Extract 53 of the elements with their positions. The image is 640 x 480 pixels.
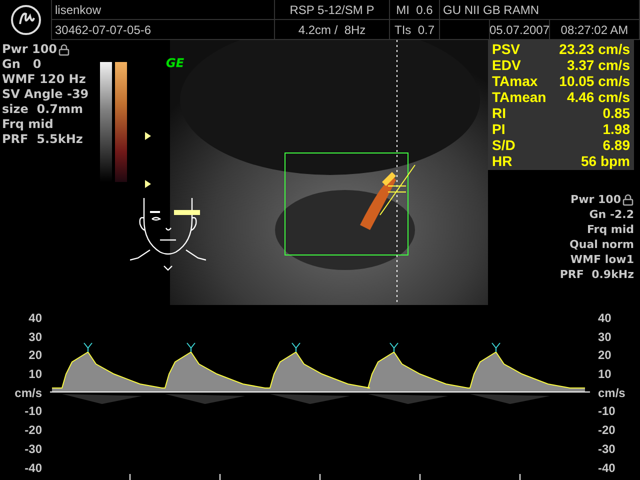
- axis-label: 30: [28, 328, 42, 346]
- axis-label: -40: [24, 460, 42, 476]
- measurement-value: 0.85: [602, 105, 630, 121]
- axis-label: 10: [598, 366, 612, 384]
- patient-name: lisenkow: [52, 0, 275, 20]
- measurement-value: 56 bpm: [580, 153, 630, 169]
- parameter-text: Gn -2.2: [589, 207, 634, 222]
- parameter-text: PRF 0.9kHz: [560, 267, 634, 282]
- measurement-value: 10.05 cm/s: [559, 73, 630, 89]
- axis-label: 40: [28, 310, 42, 327]
- measurement-label: PSV: [492, 41, 520, 57]
- axis-label: -40: [598, 460, 616, 476]
- mi-value: MI 0.6: [390, 0, 440, 20]
- axis-label: 10: [28, 366, 42, 384]
- institution-name: GU NII GB RAMN: [440, 0, 640, 20]
- measurement-value: 23.23 cm/s: [559, 41, 630, 57]
- parameter-text: Qual norm: [570, 237, 634, 252]
- measurement-label: S/D: [492, 137, 516, 153]
- image-label: GE: [166, 56, 184, 70]
- axis-label: 30: [598, 328, 612, 346]
- logo-icon: [10, 4, 42, 36]
- parameter-text: WMF low1: [570, 252, 634, 267]
- measurement-label: TAmax: [492, 73, 538, 89]
- parameter-text: PRF 5.5kHz: [2, 132, 83, 147]
- parameter-text: Pwr 100: [570, 192, 621, 207]
- parameter-text: WMF 120 Hz: [2, 72, 86, 87]
- axis-label: 20: [598, 347, 612, 364]
- parameter-text: size 0.7mm: [2, 102, 83, 117]
- axis-label: 20: [28, 347, 42, 364]
- axis-label: -30: [598, 440, 616, 458]
- axis-label: -30: [24, 440, 42, 458]
- measurement-label: PI: [492, 121, 506, 137]
- axis-label: 40: [598, 310, 612, 327]
- parameter-text: Frq mid: [586, 222, 634, 237]
- probe-label: RSP 5-12/SM P: [275, 0, 390, 20]
- measurement-value: 6.89: [602, 137, 630, 153]
- measurement-value: 4.46 cm/s: [566, 89, 630, 105]
- parameter-text: Frq mid: [2, 117, 54, 132]
- measurement-label: HR: [492, 153, 512, 169]
- axis-label: cm/s: [598, 384, 626, 402]
- measurement-label: TAmean: [492, 89, 546, 105]
- axis-label: -20: [598, 422, 616, 440]
- axis-label: -20: [24, 422, 42, 440]
- parameter-text: SV Angle -39: [2, 87, 89, 102]
- parameter-text: Gn 0: [2, 57, 42, 72]
- axis-label: -10: [598, 403, 616, 420]
- measurement-value: 3.37 cm/s: [566, 57, 630, 73]
- measurement-label: RI: [492, 105, 506, 121]
- parameter-text: Pwr 100: [2, 42, 58, 57]
- measurement-label: EDV: [492, 57, 521, 73]
- axis-label: -10: [24, 403, 42, 420]
- axis-label: cm/s: [14, 384, 42, 402]
- measurement-value: 1.98: [602, 121, 630, 137]
